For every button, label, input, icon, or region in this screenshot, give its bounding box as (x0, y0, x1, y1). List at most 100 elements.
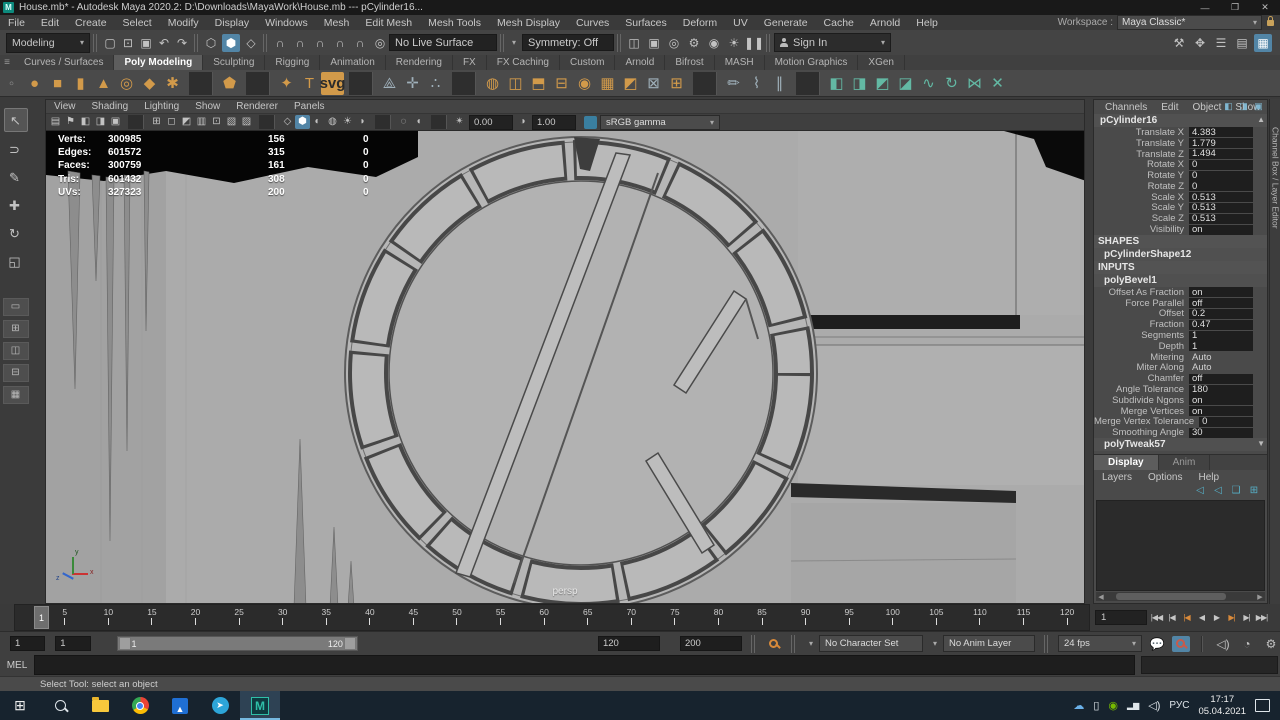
shelf-icon[interactable] (796, 71, 820, 95)
menu-item[interactable]: Help (908, 17, 946, 29)
undo-icon[interactable]: ↶ (155, 34, 173, 52)
animation-end-field[interactable]: 200 (679, 636, 742, 651)
select-component-icon[interactable]: ◇ (242, 34, 260, 52)
scrollbar-thumb[interactable] (1116, 593, 1226, 600)
channel-row[interactable]: Scale X 0.513 (1094, 192, 1267, 203)
maximize-button[interactable]: ❐ (1220, 0, 1250, 15)
scroll-up-icon[interactable]: ▲ (1257, 115, 1265, 124)
channel-box-side-tab[interactable]: Channel Box / Layer Editor (1269, 99, 1280, 604)
go-to-start-button[interactable]: |◀◀ (1149, 610, 1164, 626)
poly-plane-icon[interactable]: ◆ (138, 72, 161, 95)
attribute-editor-toggle-icon[interactable]: ☰ (1212, 34, 1230, 52)
menu-item[interactable]: Curves (568, 17, 617, 29)
channel-value-field[interactable]: 1.779 (1189, 138, 1253, 149)
playback-start-field[interactable]: 1 (55, 636, 91, 651)
shelf-tab[interactable]: Motion Graphics (765, 55, 859, 70)
channel-value-field[interactable]: 0.2 (1189, 308, 1253, 319)
chevron-down-icon[interactable]: ▾ (809, 639, 813, 648)
connect-icon[interactable]: ◨ (848, 72, 871, 95)
menu-item[interactable]: Edit (33, 17, 67, 29)
shelf-tab[interactable]: FX Caching (487, 55, 560, 70)
channel-value-field[interactable]: on (1189, 224, 1253, 235)
animation-start-field[interactable]: 1 (10, 636, 46, 651)
shelf-tab[interactable]: Rigging (265, 55, 321, 70)
menu-item[interactable]: UV (725, 17, 756, 29)
anim-preferences-icon[interactable]: 💬 (1148, 635, 1166, 653)
clock[interactable]: 17:17 05.04.2021 (1198, 694, 1246, 717)
channel-row[interactable]: Miter Along Auto (1094, 362, 1267, 373)
playback-speed-icon[interactable]: ◔ (1238, 635, 1256, 653)
anim-layer-dropdown[interactable]: No Anim Layer (942, 635, 1035, 652)
step-back-key-button[interactable]: |◀ (1179, 610, 1194, 626)
scroll-left-icon[interactable]: ◀ (1096, 593, 1106, 601)
shape-node-name[interactable]: pCylinderShape12 (1094, 247, 1267, 261)
svg-icon[interactable]: svg (320, 71, 345, 95)
shelf-icon[interactable] (693, 71, 717, 95)
channel-row[interactable]: Force Parallel off (1094, 298, 1267, 309)
menu-item[interactable]: Edit Mesh (357, 17, 420, 29)
channel-value-field[interactable]: 0.513 (1189, 202, 1253, 213)
safe-action-icon[interactable]: ▧ (224, 115, 239, 129)
construction-plane-icon[interactable]: ⟁ (378, 72, 401, 95)
bookmark-icon[interactable]: ⚑ (63, 115, 78, 129)
menu-item[interactable]: Deform (675, 17, 725, 29)
panel-menu-item[interactable]: Panels (286, 101, 333, 112)
speed-state-icon[interactable]: ◨ (1237, 100, 1250, 112)
shelf-menu-icon[interactable]: ≡ (0, 56, 14, 70)
range-end-handle[interactable] (343, 637, 356, 650)
layout-outliner-icon[interactable]: ⊟ (2, 364, 29, 382)
file-explorer-button[interactable] (80, 691, 120, 720)
poly-cone-icon[interactable]: ▲ (92, 72, 115, 95)
layout-grid-icon[interactable]: ▦ (2, 386, 29, 404)
layer-list[interactable] (1096, 500, 1265, 591)
layer-menu-item[interactable]: Options (1140, 472, 1190, 483)
poly-disc-icon[interactable]: ✱ (161, 72, 184, 95)
safe-title-icon[interactable]: ▨ (239, 115, 254, 129)
shelf-tab[interactable]: MASH (715, 55, 765, 70)
poly-cylinder-icon[interactable]: ▮ (69, 72, 92, 95)
isolate-select-icon[interactable]: ◌ (396, 115, 411, 129)
shelf-tab[interactable]: Bifrost (665, 55, 715, 70)
character-controls-toggle-icon[interactable]: ✥ (1191, 34, 1209, 52)
menu-item[interactable]: Select (115, 17, 160, 29)
offset-edge-loop-icon[interactable]: ∥ (768, 72, 791, 95)
render-settings-icon[interactable]: ⚙ (685, 34, 703, 52)
modeling-toolkit-toggle-icon[interactable]: ⚒ (1170, 34, 1188, 52)
make-live-icon[interactable]: ◎ (371, 34, 389, 52)
device-icon[interactable]: ▯ (1093, 699, 1099, 712)
channel-value-field[interactable]: on (1189, 395, 1253, 406)
channel-value-field[interactable]: on (1189, 406, 1253, 417)
channel-row[interactable]: Angle Tolerance 180 (1094, 384, 1267, 395)
menu-set-dropdown[interactable]: Modeling ▾ (6, 32, 90, 53)
edit-edge-flow-icon[interactable]: ⌇ (745, 72, 768, 95)
extrude-icon[interactable]: ⊞ (665, 72, 688, 95)
start-button[interactable]: ⊞ (0, 691, 40, 720)
render-current-frame-icon[interactable]: ▣ (645, 34, 663, 52)
gamma-icon[interactable]: ◑ (515, 115, 530, 129)
playback-end-field[interactable]: 120 (597, 636, 660, 651)
menu-item[interactable]: Create (67, 17, 115, 29)
channel-row[interactable]: Chamfer off (1094, 373, 1267, 384)
next-node-name[interactable]: polyTweak57 ▼ (1094, 438, 1267, 452)
menu-item[interactable]: Surfaces (617, 17, 674, 29)
panel-menu-item[interactable]: Renderer (228, 101, 286, 112)
channel-value-field[interactable]: Auto (1189, 362, 1253, 373)
timeline-playhead[interactable]: 1 (34, 606, 49, 629)
shelf-icon[interactable] (246, 71, 270, 95)
view-transform-dropdown[interactable]: sRGB gamma ▾ (600, 114, 720, 130)
auto-key-toggle[interactable] (1171, 635, 1190, 652)
step-forward-key-button[interactable]: ▶| (1224, 610, 1239, 626)
language-indicator[interactable]: РУС (1169, 700, 1189, 711)
layout-two-pane-icon[interactable]: ◫ (2, 342, 29, 360)
poly-sphere-icon[interactable]: ● (23, 72, 46, 95)
set-key-icon[interactable] (768, 639, 778, 648)
new-scene-icon[interactable]: ▢ (101, 34, 119, 52)
multi-cut-icon[interactable]: ◧ (825, 72, 848, 95)
bevel-icon[interactable]: ◪ (894, 72, 917, 95)
separate-icon[interactable]: ⊟ (550, 72, 573, 95)
move-tool-icon[interactable]: ✚ (4, 194, 26, 216)
search-button[interactable] (40, 691, 80, 720)
volume-icon[interactable]: ◁) (1148, 699, 1160, 712)
next-view-icon[interactable]: ◨ (93, 115, 108, 129)
sign-in-dropdown[interactable]: Sign In ▾ (774, 33, 892, 52)
